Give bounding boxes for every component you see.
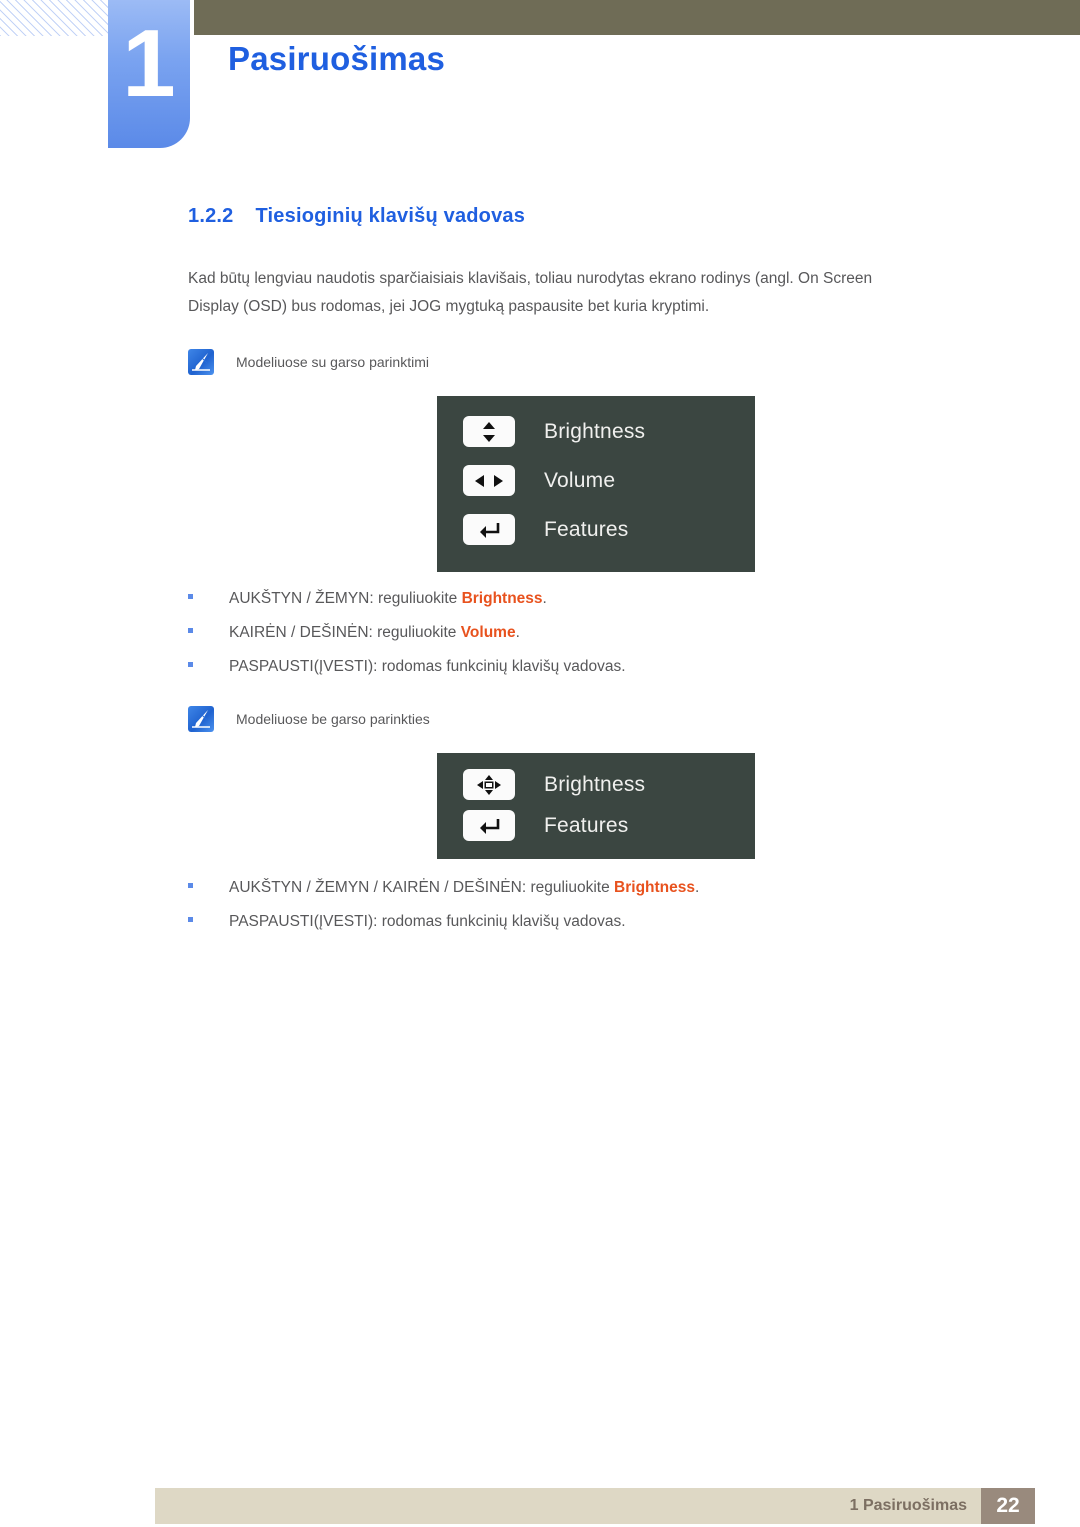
osd-label: Volume [544, 468, 616, 492]
osd-row: Features [437, 810, 755, 841]
note-text: Modeliuose be garso parinkties [236, 711, 430, 727]
list-item: AUKŠTYN / ŽEMYN / KAIRĖN / DEŠINĖN: regu… [188, 879, 1080, 897]
section-number: 1.2.2 [188, 205, 234, 227]
left-right-arrows-icon [463, 465, 515, 496]
osd-label: Brightness [544, 772, 646, 796]
bullet-dot-icon [188, 594, 193, 599]
bullet-dot-icon [188, 917, 193, 922]
header-olive-bar [194, 0, 1080, 35]
bullet-dot-icon [188, 628, 193, 633]
up-down-arrows-icon [463, 416, 515, 447]
list-item-text: KAIRĖN / DEŠINĖN: reguliuokite Volume. [229, 624, 520, 641]
list-item-text: PASPAUSTI(ĮVESTI): rodomas funkcinių kla… [229, 913, 626, 930]
note-text: Modeliuose su garso parinktimi [236, 354, 429, 370]
osd-label: Brightness [544, 419, 646, 443]
list-item-text: AUKŠTYN / ŽEMYN: reguliuokite Brightness… [229, 590, 547, 607]
chapter-number-badge: 1 [108, 0, 190, 148]
list-item: PASPAUSTI(ĮVESTI): rodomas funkcinių kla… [188, 658, 1080, 676]
four-way-arrows-icon [463, 769, 515, 800]
bullet-dot-icon [188, 662, 193, 667]
page-footer: 1 Pasiruošimas 22 [155, 1488, 1035, 1524]
footer-page-number: 22 [981, 1488, 1035, 1524]
page-header: 1 Pasiruošimas [0, 0, 1080, 160]
osd-row: Brightness [437, 416, 755, 447]
note-pen-icon [188, 706, 214, 732]
bullet-dot-icon [188, 883, 193, 888]
section-heading: 1.2.2 Tiesioginių klavišų vadovas [188, 205, 1080, 228]
osd-row: Brightness [437, 769, 755, 800]
osd-row: Volume [437, 465, 755, 496]
osd-label: Features [544, 517, 629, 541]
diagonal-hatch-decoration [0, 0, 112, 36]
note-row-no-audio-models: Modeliuose be garso parinkties [188, 706, 1080, 732]
bullet-list-no-audio-models: AUKŠTYN / ŽEMYN / KAIRĖN / DEŠINĖN: regu… [188, 879, 1080, 931]
osd-preview-audio-models: Brightness Volume Features [437, 396, 755, 572]
note-row-audio-models: Modeliuose su garso parinktimi [188, 349, 1080, 375]
osd-preview-no-audio-models: Brightness Features [437, 753, 755, 859]
bullet-list-audio-models: AUKŠTYN / ŽEMYN: reguliuokite Brightness… [188, 590, 1080, 676]
list-item: PASPAUSTI(ĮVESTI): rodomas funkcinių kla… [188, 913, 1080, 931]
footer-chapter-label: 1 Pasiruošimas [849, 1497, 967, 1514]
enter-arrow-icon [463, 810, 515, 841]
list-item: KAIRĖN / DEŠINĖN: reguliuokite Volume. [188, 624, 1080, 642]
section-intro-paragraph: Kad būtų lengviau naudotis sparčiaisiais… [188, 270, 873, 315]
osd-label: Features [544, 813, 629, 837]
document-page: 1 Pasiruošimas 1.2.2 Tiesioginių klavišų … [0, 0, 1080, 1527]
list-item-text: PASPAUSTI(ĮVESTI): rodomas funkcinių kla… [229, 658, 626, 675]
chapter-title: Pasiruošimas [228, 40, 446, 77]
osd-row: Features [437, 514, 755, 545]
list-item: AUKŠTYN / ŽEMYN: reguliuokite Brightness… [188, 590, 1080, 608]
chapter-number: 1 [122, 10, 176, 117]
list-item-text: AUKŠTYN / ŽEMYN / KAIRĖN / DEŠINĖN: regu… [229, 879, 700, 896]
note-pen-icon [188, 349, 214, 375]
enter-arrow-icon [463, 514, 515, 545]
section-title: Tiesioginių klavišų vadovas [255, 205, 526, 227]
page-content: 1.2.2 Tiesioginių klavišų vadovas Kad būt… [0, 205, 1080, 931]
